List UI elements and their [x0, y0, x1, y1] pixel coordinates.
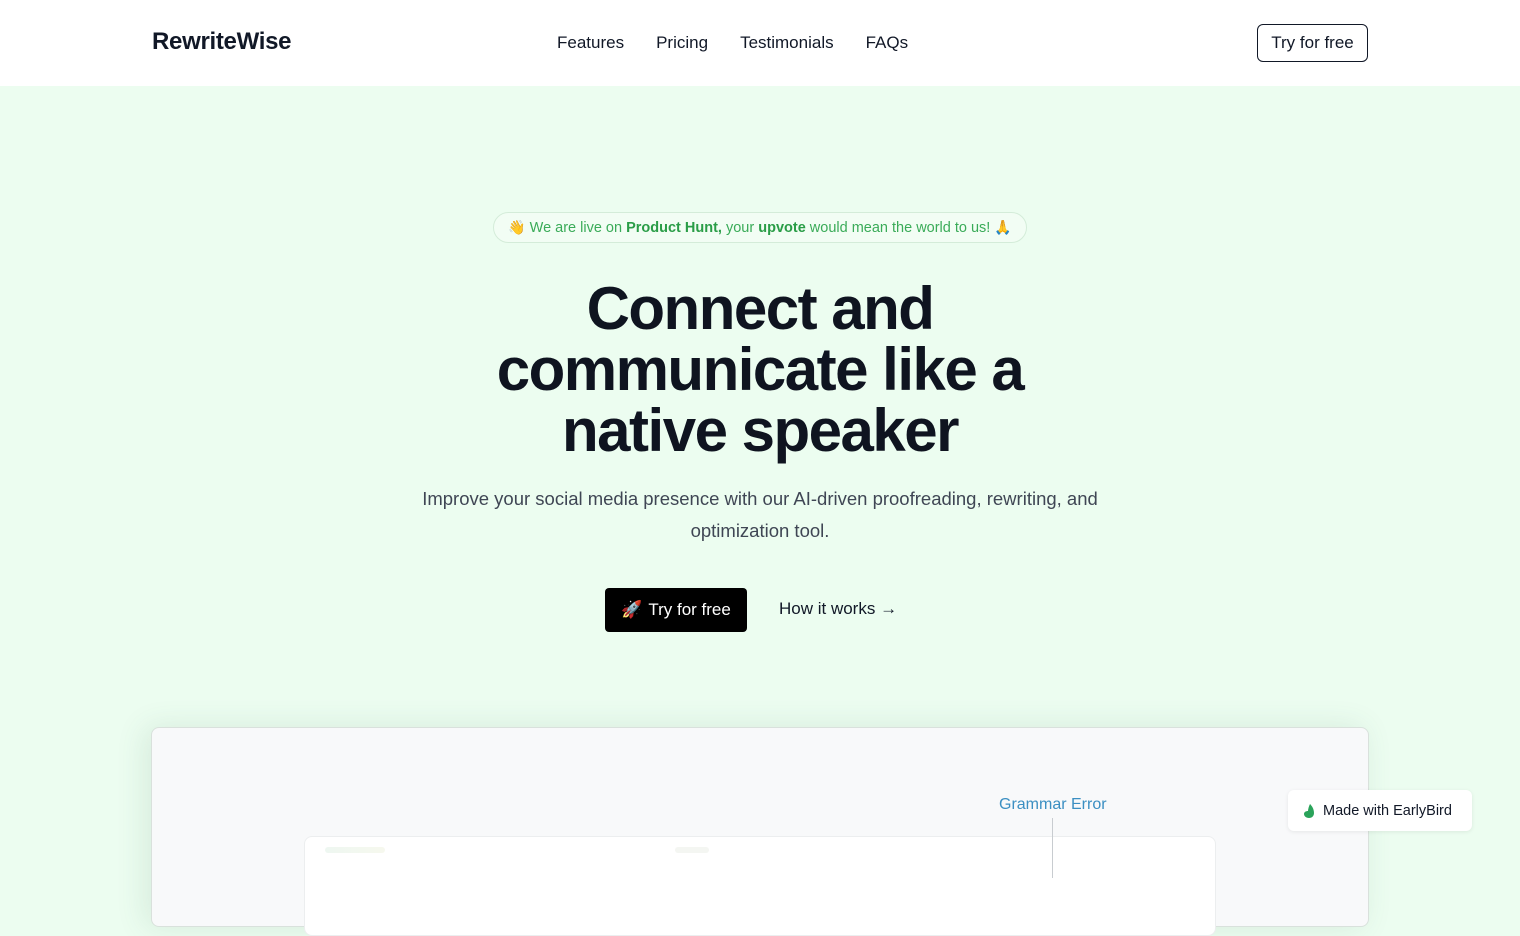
hero-title: Connect and communicate like a native sp… [360, 278, 1160, 461]
folded-hands-icon: 🙏 [994, 219, 1012, 235]
grammar-error-annotation: Grammar Error [999, 796, 1107, 813]
product-hunt-announcement[interactable]: 👋 We are live on Product Hunt, your upvo… [493, 212, 1027, 243]
announcement-upvote: upvote [758, 219, 806, 236]
preview-editor-card [304, 836, 1216, 936]
nav-item-testimonials[interactable]: Testimonials [740, 33, 834, 53]
earlybird-icon [1304, 803, 1314, 818]
nav-item-features[interactable]: Features [557, 33, 624, 53]
announcement-text-3: would mean the world to us! [809, 219, 991, 236]
product-preview: Grammar Error [151, 727, 1369, 936]
announcement-text-1: We are live on [529, 219, 623, 236]
how-it-works-link[interactable]: How it works → [779, 599, 897, 619]
hero-title-line-1: Connect and [586, 275, 935, 342]
hero-try-free-label: Try for free [648, 600, 731, 619]
nav-item-faqs[interactable]: FAQs [866, 33, 909, 53]
waving-hand-icon: 👋 [508, 219, 526, 235]
announcement-product-hunt: Product Hunt, [626, 219, 722, 236]
hero-try-free-button[interactable]: 🚀 Try for free [605, 588, 747, 632]
hero-section: 👋 We are live on Product Hunt, your upvo… [0, 86, 1520, 936]
announcement-text-2: your [725, 219, 755, 236]
hero-title-line-3: native speaker [562, 397, 959, 464]
logo[interactable]: RewriteWise [152, 28, 292, 56]
hero-subtitle: Improve your social media presence with … [422, 488, 1098, 541]
main-nav: Features Pricing Testimonials FAQs [557, 33, 908, 53]
badge-label: Made with EarlyBird [1323, 802, 1452, 819]
header-try-free-button[interactable]: Try for free [1257, 24, 1368, 62]
site-header: RewriteWise Features Pricing Testimonial… [0, 0, 1520, 86]
nav-item-pricing[interactable]: Pricing [656, 33, 708, 53]
hero-title-line-2: communicate like a [496, 336, 1025, 403]
rocket-icon: 🚀 [621, 600, 643, 619]
made-with-earlybird-badge[interactable]: Made with EarlyBird [1288, 790, 1472, 831]
preview-faint-text [675, 847, 709, 853]
annotation-connector-line [1052, 818, 1053, 878]
preview-faint-text [325, 847, 385, 853]
